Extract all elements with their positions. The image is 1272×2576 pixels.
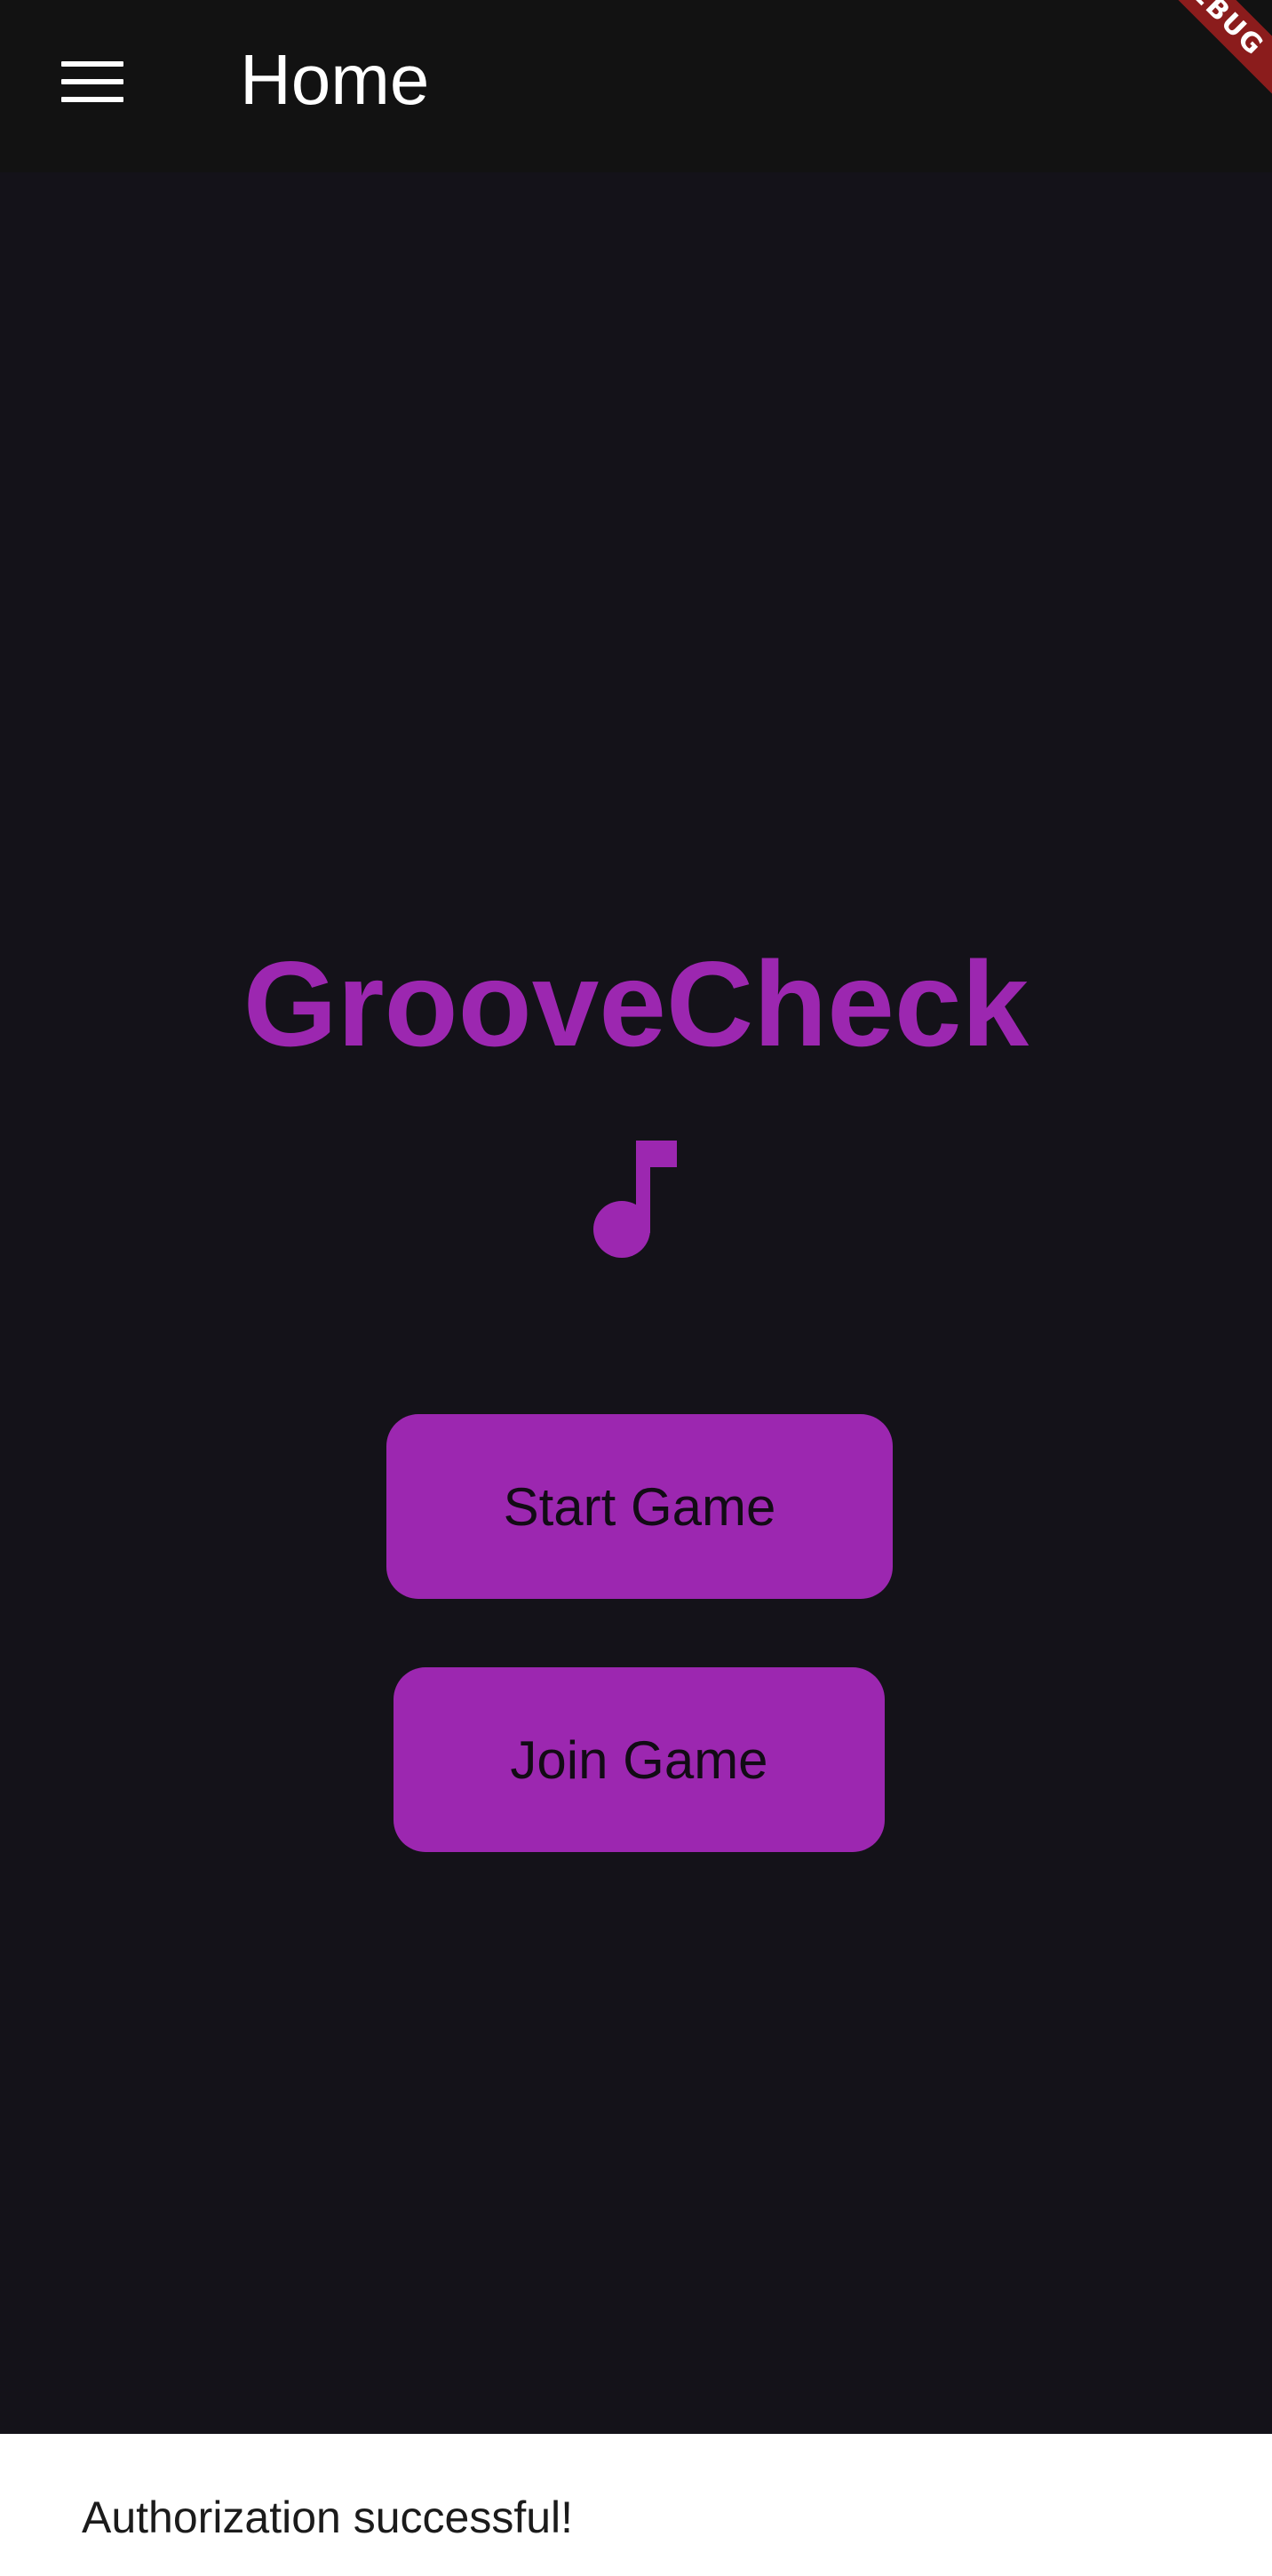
snackbar-message: Authorization successful! [82, 2493, 574, 2542]
join-game-button[interactable]: Join Game [394, 1667, 885, 1852]
page-title: Home [240, 40, 430, 119]
menu-icon [61, 61, 123, 102]
music-note-icon [593, 1141, 677, 1258]
start-game-label: Start Game [503, 1476, 776, 1537]
join-game-label: Join Game [510, 1729, 768, 1790]
app-bar: Home DEBUG [0, 0, 1272, 172]
home-screen: Home DEBUG GrooveCheck Start Game Join G… [0, 0, 1272, 2576]
start-game-button[interactable]: Start Game [386, 1414, 893, 1599]
menu-button[interactable] [39, 39, 146, 124]
debug-banner: DEBUG [1109, 0, 1272, 121]
app-brand-title: GrooveCheck [242, 936, 1030, 1071]
snackbar: Authorization successful! [0, 2434, 1272, 2576]
